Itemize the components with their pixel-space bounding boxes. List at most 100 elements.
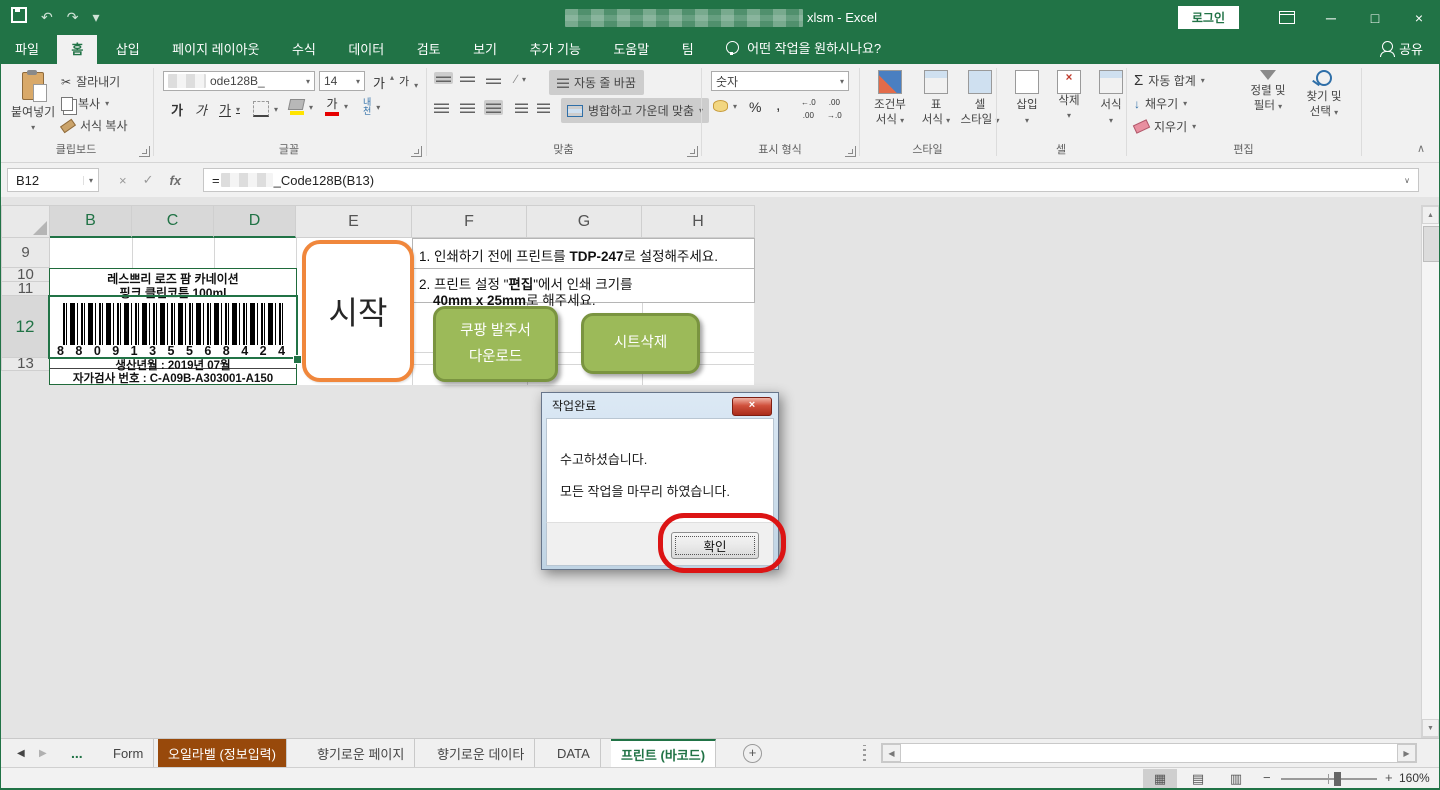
clear-button[interactable]: 지우기 ▾	[1134, 118, 1196, 135]
normal-view-icon[interactable]: ▦	[1143, 769, 1177, 788]
sheet-overflow-dots[interactable]: ...	[71, 739, 83, 767]
hscroll-left-icon[interactable]: ◀	[882, 744, 901, 762]
top-align-button[interactable]	[434, 72, 453, 84]
autosum-button[interactable]: Σ 자동 합계 ▾	[1134, 72, 1205, 89]
column-header-d[interactable]: D	[214, 205, 296, 238]
tab-page-layout[interactable]: 페이지 레이아웃	[158, 35, 273, 64]
accounting-format-button[interactable]: ▾	[713, 100, 737, 112]
sheet-tab-data[interactable]: DATA	[547, 739, 601, 767]
sort-filter-button[interactable]: 정렬 및필터 ▾	[1241, 70, 1295, 113]
fill-button[interactable]: ↓ 채우기 ▾	[1134, 95, 1187, 112]
row-header-10[interactable]: 10	[1, 268, 50, 282]
middle-align-button[interactable]	[460, 74, 475, 82]
tab-data[interactable]: 데이터	[334, 35, 398, 64]
insert-cells-button[interactable]: 삽입▾	[1004, 70, 1050, 127]
fill-color-button[interactable]: ▾	[289, 99, 313, 115]
italic-button[interactable]: 가	[195, 100, 207, 119]
tell-me-box[interactable]: 어떤 작업을 원하시나요?	[726, 38, 881, 57]
hscroll-right-icon[interactable]: ▶	[1397, 744, 1416, 762]
ribbon-display-options-icon[interactable]	[1265, 0, 1309, 35]
zoom-level[interactable]: 160%	[1399, 771, 1430, 785]
fill-handle[interactable]	[293, 355, 302, 364]
merge-center-button[interactable]: 병합하고 가운데 맞춤 ▾	[561, 98, 709, 123]
wrap-text-button[interactable]: 자동 줄 바꿈	[549, 70, 644, 95]
format-as-table-button[interactable]: 표서식 ▾	[913, 70, 959, 127]
sheet-tab-fragrant-page[interactable]: 향기로운 페이지	[307, 739, 415, 767]
borders-button[interactable]: ▾	[253, 101, 278, 117]
phonetic-button[interactable]: 내천 ▾	[363, 98, 380, 117]
column-header-b[interactable]: B	[50, 205, 132, 238]
add-sheet-icon[interactable]: +	[743, 744, 762, 763]
column-header-e[interactable]: E	[296, 205, 412, 238]
zoom-out-button[interactable]: −	[1263, 770, 1271, 785]
undo-icon[interactable]: ↶	[41, 9, 53, 26]
save-icon[interactable]	[11, 7, 27, 28]
cancel-icon[interactable]: ×	[119, 173, 127, 188]
close-button[interactable]: ×	[1397, 0, 1440, 35]
align-right-button[interactable]	[484, 100, 503, 115]
sheet-tab-form[interactable]: Form	[103, 739, 154, 767]
tab-view[interactable]: 보기	[459, 35, 511, 64]
find-select-button[interactable]: 찾기 및선택 ▾	[1297, 70, 1351, 119]
column-header-g[interactable]: G	[527, 205, 642, 238]
vertical-scrollbar[interactable]: ▲ ▼	[1421, 205, 1440, 738]
font-color-button[interactable]: 가 ▾	[325, 98, 348, 116]
ok-button[interactable]: 확인	[671, 532, 759, 559]
percent-style-button[interactable]: %	[749, 99, 761, 115]
number-format-combo[interactable]: 숫자 ▾	[711, 71, 849, 91]
align-center-button[interactable]	[460, 102, 475, 113]
tab-insert[interactable]: 삽입	[102, 35, 154, 64]
tabbar-splitter[interactable]	[863, 745, 866, 761]
row-header-12[interactable]: 12	[1, 296, 50, 358]
enter-icon[interactable]: ✓	[143, 172, 154, 188]
delete-sheet-button[interactable]: 시트삭제	[581, 313, 700, 374]
tab-addins[interactable]: 추가 기능	[515, 35, 594, 64]
cut-button[interactable]: ✂ 잘라내기	[61, 73, 120, 90]
row-header-9[interactable]: 9	[1, 238, 50, 268]
page-break-view-icon[interactable]: ▥	[1219, 769, 1253, 788]
increase-font-button[interactable]: 가▴	[373, 73, 394, 92]
zoom-slider-track[interactable]	[1281, 778, 1377, 780]
insert-function-icon[interactable]: fx	[170, 173, 182, 188]
formula-input[interactable]: = _Code128B(B13) ∨	[203, 168, 1419, 192]
name-box-dropdown-icon[interactable]: ▾	[83, 176, 98, 185]
orientation-button[interactable]: ∕▾	[515, 72, 526, 86]
font-name-combo[interactable]: ode128B_ ▾	[163, 71, 315, 91]
scroll-up-icon[interactable]: ▲	[1422, 206, 1439, 224]
start-shape-button[interactable]: 시작	[302, 240, 414, 382]
sheet-tab-print-barcode[interactable]: 프린트 (바코드)	[611, 739, 716, 767]
login-button[interactable]: 로그인	[1178, 6, 1239, 29]
collapse-ribbon-button[interactable]: ∧	[1417, 142, 1425, 155]
qat-customize-icon[interactable]: ▾	[92, 9, 99, 26]
sheet-tab-oil-label[interactable]: 오일라벨 (정보입력)	[158, 739, 287, 767]
minimize-button[interactable]: ─	[1309, 0, 1353, 35]
column-header-h[interactable]: H	[642, 205, 755, 238]
tab-formulas[interactable]: 수식	[278, 35, 330, 64]
font-dialog-launcher[interactable]	[411, 146, 422, 157]
increase-indent-button[interactable]	[537, 102, 550, 113]
format-cells-button[interactable]: 서식▾	[1088, 70, 1134, 127]
comma-style-button[interactable]: ,	[776, 97, 780, 115]
zoom-slider-thumb[interactable]	[1334, 772, 1341, 786]
formula-expand-icon[interactable]: ∨	[1404, 176, 1410, 185]
sheet-nav-left-icon[interactable]: ◀	[17, 739, 25, 767]
select-all-corner[interactable]	[1, 205, 50, 238]
format-painter-button[interactable]: 서식 복사	[61, 117, 128, 134]
decrease-decimal-button[interactable]: .00→.0	[827, 99, 842, 121]
selected-cell-b12[interactable]	[48, 295, 298, 359]
underline-button[interactable]: 가▾	[219, 100, 240, 119]
alignment-dialog-launcher[interactable]	[687, 146, 698, 157]
align-left-button[interactable]	[434, 102, 449, 113]
copy-button[interactable]: 복사 ▾	[61, 95, 109, 112]
font-size-combo[interactable]: 14 ▾	[319, 71, 365, 91]
name-box[interactable]: B12 ▾	[7, 168, 99, 192]
clipboard-dialog-launcher[interactable]	[139, 146, 150, 157]
column-header-c[interactable]: C	[132, 205, 214, 238]
delete-cells-button[interactable]: × 삭제▾	[1046, 70, 1092, 123]
decrease-font-button[interactable]: 가▾	[399, 73, 418, 89]
tab-home[interactable]: 홈	[57, 35, 97, 64]
tab-team[interactable]: 팀	[668, 35, 708, 64]
paste-button[interactable]: 붙여넣기 ▾	[11, 72, 55, 132]
coupang-download-button[interactable]: 쿠팡 발주서 다운로드	[433, 306, 558, 382]
number-dialog-launcher[interactable]	[845, 146, 856, 157]
